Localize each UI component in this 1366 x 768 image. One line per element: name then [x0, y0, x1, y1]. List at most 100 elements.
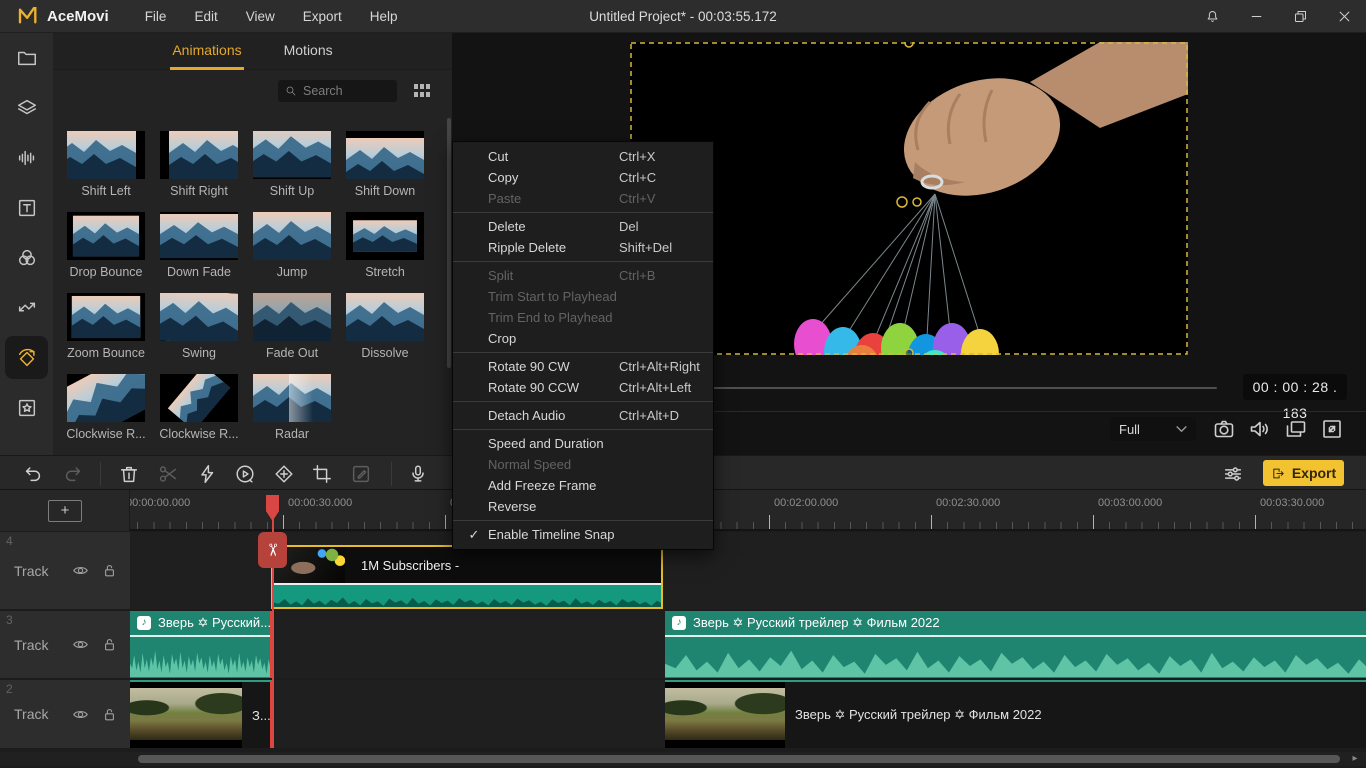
- video-clip-left[interactable]: З...: [130, 680, 272, 748]
- rail-text-tab[interactable]: [0, 183, 53, 233]
- quick-split-button[interactable]: [196, 463, 218, 485]
- track-visibility-toggle[interactable]: [72, 706, 89, 723]
- context-menu-item[interactable]: Trim End to Playhead: [453, 307, 713, 328]
- fullscreen-button[interactable]: [1320, 417, 1344, 441]
- animation-item[interactable]: Clockwise R...: [160, 374, 238, 455]
- video-clip-right[interactable]: Зверь ✡ Русский трейлер ✡ Фильм 2022: [665, 680, 1366, 748]
- search-box[interactable]: [278, 80, 397, 102]
- context-menu-item[interactable]: Copy Ctrl+C: [453, 167, 713, 188]
- audio-clip-right[interactable]: ♪ Зверь ✡ Русский трейлер ✡ Фильм 2022: [665, 611, 1366, 678]
- split-button[interactable]: [157, 463, 179, 485]
- animation-item[interactable]: Clockwise R...: [67, 374, 145, 455]
- handle-top-center[interactable]: [905, 42, 913, 47]
- menu-bar-item[interactable]: Help: [356, 0, 412, 33]
- context-menu-item[interactable]: Paste Ctrl+V: [453, 188, 713, 209]
- rail-media-tab[interactable]: [0, 33, 53, 83]
- context-menu-item[interactable]: Trim Start to Playhead: [453, 286, 713, 307]
- rail-transitions-tab[interactable]: [0, 283, 53, 333]
- animation-item[interactable]: Stretch: [346, 212, 424, 293]
- panel-tab[interactable]: Animations: [170, 33, 243, 70]
- animation-item[interactable]: Zoom Bounce: [67, 293, 145, 374]
- animation-item[interactable]: Dissolve: [346, 293, 424, 374]
- context-menu-item[interactable]: Rotate 90 CW Ctrl+Alt+Right: [453, 356, 713, 377]
- panel-tab[interactable]: Motions: [282, 33, 335, 70]
- clip-1m-subscribers[interactable]: 1M Subscribers -: [271, 545, 663, 609]
- hscrollbar-thumb[interactable]: [138, 755, 1340, 763]
- delete-button[interactable]: [118, 463, 140, 485]
- zoom-fit-dropdown[interactable]: Full: [1110, 417, 1196, 441]
- panel-scrollbar[interactable]: [447, 118, 451, 368]
- animation-thumbnail[interactable]: [67, 212, 145, 260]
- context-menu-item[interactable]: Delete Del: [453, 216, 713, 237]
- animation-item[interactable]: Jump: [253, 212, 331, 293]
- track-lock-toggle[interactable]: [101, 636, 118, 653]
- context-menu-item[interactable]: [453, 520, 713, 521]
- audio-clip-left[interactable]: ♪ Зверь ✡ Русский...: [130, 611, 272, 678]
- context-menu-item[interactable]: [453, 212, 713, 213]
- context-menu-item[interactable]: Speed and Duration: [453, 433, 713, 454]
- animation-item[interactable]: Fade Out: [253, 293, 331, 374]
- redo-button[interactable]: [62, 463, 84, 485]
- context-menu-item[interactable]: Rotate 90 CCW Ctrl+Alt+Left: [453, 377, 713, 398]
- animation-thumbnail[interactable]: [67, 374, 145, 422]
- animation-item[interactable]: Radar: [253, 374, 331, 455]
- crop-button[interactable]: [311, 463, 333, 485]
- snapshot-button[interactable]: [1212, 417, 1236, 441]
- animation-item[interactable]: Down Fade: [160, 212, 238, 293]
- context-menu-item[interactable]: [453, 261, 713, 262]
- timeline-hscrollbar[interactable]: ▸: [0, 752, 1366, 766]
- grid-view-icon[interactable]: [414, 84, 431, 98]
- add-marker-button[interactable]: [273, 463, 295, 485]
- restore-button[interactable]: [1278, 0, 1322, 33]
- animation-item[interactable]: Shift Right: [160, 131, 238, 212]
- context-menu-item[interactable]: Split Ctrl+B: [453, 265, 713, 286]
- timeline-settings-button[interactable]: [1222, 463, 1244, 485]
- export-button[interactable]: Export: [1263, 460, 1344, 486]
- voiceover-button[interactable]: [407, 463, 429, 485]
- menu-bar-item[interactable]: Edit: [180, 0, 231, 33]
- add-track-button[interactable]: +: [48, 500, 82, 522]
- rail-stock-tab[interactable]: [0, 83, 53, 133]
- context-menu-item[interactable]: [453, 401, 713, 402]
- animation-thumbnail[interactable]: [346, 131, 424, 179]
- animation-thumbnail[interactable]: [253, 374, 331, 422]
- context-menu-item[interactable]: Ripple Delete Shift+Del: [453, 237, 713, 258]
- context-menu-item[interactable]: Detach Audio Ctrl+Alt+D: [453, 405, 713, 426]
- track-visibility-toggle[interactable]: [72, 636, 89, 653]
- context-menu-item[interactable]: [453, 429, 713, 430]
- search-input[interactable]: [303, 84, 390, 98]
- close-button[interactable]: [1322, 0, 1366, 33]
- context-menu-item[interactable]: Add Freeze Frame: [453, 475, 713, 496]
- undo-button[interactable]: [22, 463, 44, 485]
- animation-item[interactable]: Swing: [160, 293, 238, 374]
- context-menu-item[interactable]: [453, 352, 713, 353]
- track-lock-toggle[interactable]: [101, 562, 118, 579]
- animation-thumbnail[interactable]: [160, 212, 238, 260]
- animation-item[interactable]: Drop Bounce: [67, 212, 145, 293]
- context-menu-item[interactable]: Reverse: [453, 496, 713, 517]
- rotate-handle[interactable]: [913, 198, 921, 206]
- animation-thumbnail[interactable]: [346, 293, 424, 341]
- preview-render-button[interactable]: [234, 463, 256, 485]
- edit-button[interactable]: [350, 463, 372, 485]
- cut-tool-badge[interactable]: ✂: [258, 532, 287, 568]
- animation-thumbnail[interactable]: [160, 374, 238, 422]
- track-visibility-toggle[interactable]: [72, 562, 89, 579]
- context-menu-item[interactable]: Crop: [453, 328, 713, 349]
- rail-audio-tab[interactable]: [0, 133, 53, 183]
- menu-bar-item[interactable]: View: [232, 0, 289, 33]
- animation-thumbnail[interactable]: [253, 293, 331, 341]
- animation-thumbnail[interactable]: [160, 131, 238, 179]
- rail-filters-tab[interactable]: [0, 233, 53, 283]
- animation-item[interactable]: Shift Down: [346, 131, 424, 212]
- minimize-button[interactable]: [1234, 0, 1278, 33]
- rail-animations-tab[interactable]: [0, 333, 53, 383]
- menu-bar-item[interactable]: File: [131, 0, 181, 33]
- context-menu-item[interactable]: ✓ Enable Timeline Snap: [453, 524, 713, 545]
- animation-thumbnail[interactable]: [67, 293, 145, 341]
- animation-thumbnail[interactable]: [253, 212, 331, 260]
- animation-thumbnail[interactable]: [253, 131, 331, 179]
- dual-screen-button[interactable]: [1284, 417, 1308, 441]
- volume-button[interactable]: [1248, 417, 1272, 441]
- notifications-button[interactable]: [1190, 0, 1234, 33]
